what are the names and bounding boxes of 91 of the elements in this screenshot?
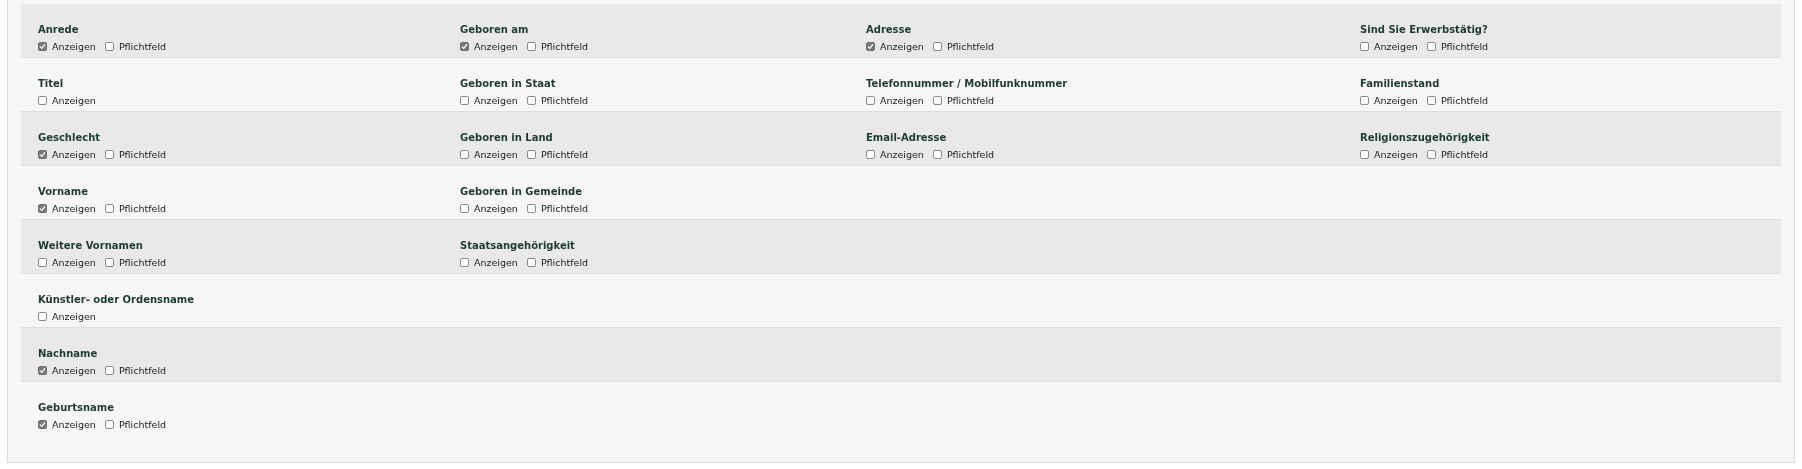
checkbox-label: Pflichtfeld — [118, 419, 167, 430]
checkbox-label: Anzeigen — [1374, 95, 1418, 106]
field-label: Staatsangehörigkeit — [460, 240, 575, 251]
checkbox-label: Pflichtfeld — [1440, 95, 1489, 106]
checkbox[interactable] — [104, 366, 114, 375]
checkbox-label: Pflichtfeld — [540, 95, 589, 106]
field-label: Anrede — [38, 24, 79, 35]
field-label: Telefonnummer / Mobilfunknummer — [866, 78, 1068, 89]
checkbox[interactable] — [526, 150, 536, 159]
checkbox-label: Anzeigen — [52, 365, 96, 376]
checkbox[interactable] — [866, 96, 875, 105]
checkbox[interactable] — [460, 258, 469, 267]
checkbox[interactable] — [460, 204, 469, 213]
checkbox-label: Anzeigen — [52, 257, 96, 268]
checkbox[interactable] — [460, 96, 469, 105]
checkbox[interactable] — [38, 42, 47, 51]
checkbox-label: Anzeigen — [1374, 149, 1418, 160]
checkbox[interactable] — [1426, 42, 1436, 51]
field-label: Nachname — [38, 348, 98, 359]
field-label: Weitere Vornamen — [38, 240, 143, 251]
checkbox[interactable] — [38, 420, 47, 429]
checkbox-label: Anzeigen — [474, 95, 518, 106]
checkbox[interactable] — [104, 42, 114, 51]
checkbox[interactable] — [526, 42, 536, 51]
checkbox[interactable] — [932, 96, 942, 105]
field-label: Geburtsname — [38, 402, 114, 413]
checkbox[interactable] — [104, 420, 114, 429]
checkbox-label: Anzeigen — [52, 311, 96, 322]
checkbox[interactable] — [38, 312, 47, 321]
checkbox[interactable] — [104, 150, 114, 159]
checkbox-label: Pflichtfeld — [1440, 149, 1489, 160]
checkbox-label: Anzeigen — [52, 95, 96, 106]
field-label: Geboren in Land — [460, 132, 553, 143]
checkbox[interactable] — [526, 258, 536, 267]
checkbox-label: Anzeigen — [52, 149, 96, 160]
checkbox[interactable] — [526, 96, 536, 105]
checkbox-label: Anzeigen — [880, 149, 924, 160]
checkbox-label: Anzeigen — [880, 95, 924, 106]
field-label: Titel — [38, 78, 64, 89]
checkbox-label: Anzeigen — [1374, 41, 1418, 52]
checkbox-label: Pflichtfeld — [118, 149, 167, 160]
checkbox[interactable] — [1426, 96, 1436, 105]
checkbox-label: Pflichtfeld — [540, 257, 589, 268]
field-label: Religionszugehörigkeit — [1360, 132, 1490, 143]
field-label: Familienstand — [1360, 78, 1440, 89]
checkbox-label: Anzeigen — [52, 41, 96, 52]
checkbox-label: Pflichtfeld — [118, 203, 167, 214]
checkbox[interactable] — [866, 150, 875, 159]
field-label: Geboren am — [460, 24, 529, 35]
checkbox[interactable] — [38, 366, 47, 375]
checkbox[interactable] — [1360, 42, 1369, 51]
checkbox[interactable] — [932, 42, 942, 51]
checkbox-label: Pflichtfeld — [118, 365, 167, 376]
checkbox[interactable] — [526, 204, 536, 213]
checkbox[interactable] — [38, 204, 47, 213]
checkbox-label: Anzeigen — [52, 419, 96, 430]
checkbox[interactable] — [460, 42, 469, 51]
checkbox-label: Anzeigen — [474, 257, 518, 268]
checkbox-label: Anzeigen — [474, 149, 518, 160]
checkbox[interactable] — [38, 258, 47, 267]
checkbox[interactable] — [1360, 96, 1369, 105]
checkbox-label: Pflichtfeld — [540, 149, 589, 160]
checkbox-label: Anzeigen — [52, 203, 96, 214]
checkbox[interactable] — [460, 150, 469, 159]
checkbox-label: Pflichtfeld — [946, 41, 995, 52]
field-label: Adresse — [866, 24, 912, 35]
checkbox[interactable] — [1426, 150, 1436, 159]
checkbox-label: Anzeigen — [474, 203, 518, 214]
field-label: Vorname — [38, 186, 89, 197]
checkbox-label: Anzeigen — [880, 41, 924, 52]
field-label: Sind Sie Erwerbstätig? — [1360, 24, 1488, 35]
checkbox-label: Pflichtfeld — [1440, 41, 1489, 52]
checkbox[interactable] — [38, 150, 47, 159]
checkbox-label: Pflichtfeld — [946, 149, 995, 160]
checkbox[interactable] — [38, 96, 47, 105]
checkbox-label: Pflichtfeld — [118, 41, 167, 52]
checkbox-label: Pflichtfeld — [946, 95, 995, 106]
checkbox[interactable] — [104, 204, 114, 213]
checkbox-label: Pflichtfeld — [540, 41, 589, 52]
checkbox[interactable] — [104, 258, 114, 267]
field-label: Email-Adresse — [866, 132, 947, 143]
field-label: Geschlecht — [38, 132, 101, 143]
field-label: Geboren in Gemeinde — [460, 186, 583, 197]
field-label: Künstler- oder Ordensname — [38, 294, 195, 305]
checkbox-label: Anzeigen — [474, 41, 518, 52]
field-label: Geboren in Staat — [460, 78, 556, 89]
checkbox-label: Pflichtfeld — [540, 203, 589, 214]
checkbox[interactable] — [1360, 150, 1369, 159]
checkbox[interactable] — [866, 42, 875, 51]
checkbox-label: Pflichtfeld — [118, 257, 167, 268]
checkbox[interactable] — [932, 150, 942, 159]
